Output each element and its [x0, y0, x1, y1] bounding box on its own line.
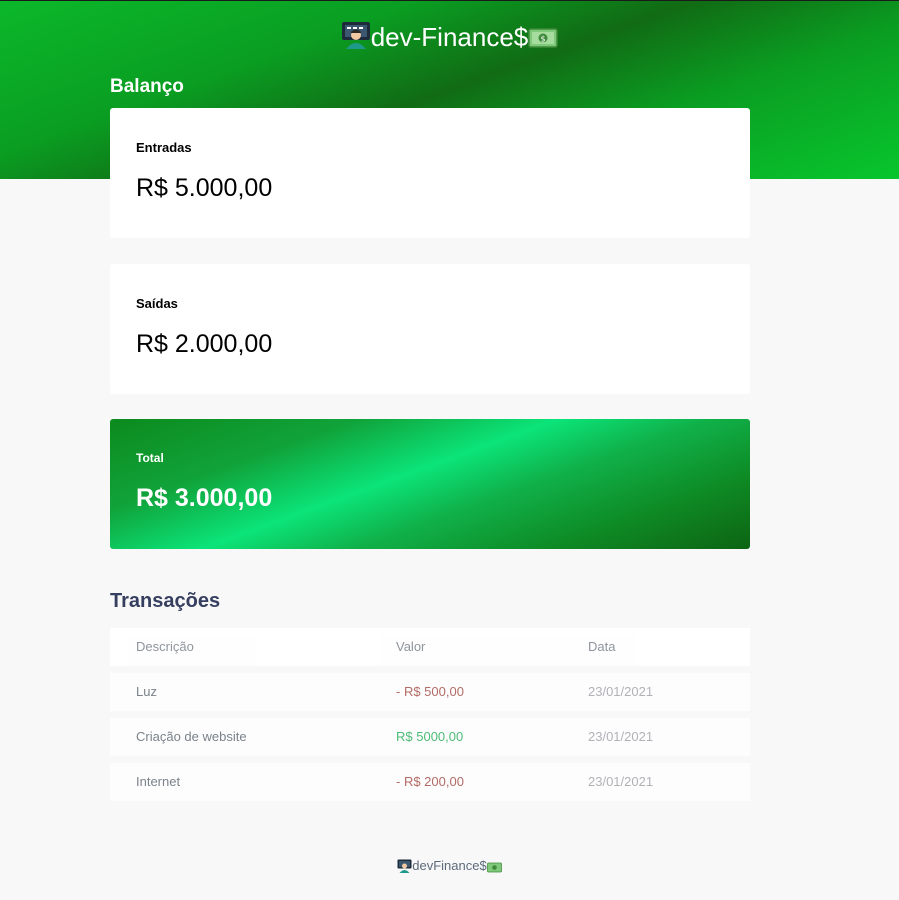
transaction-description: Internet [136, 774, 181, 789]
expense-value: R$ 2.000,00 [136, 330, 273, 358]
transaction-date: 23/01/2021 [588, 729, 654, 744]
transaction-description: Luz [136, 684, 157, 699]
dollar-banknote-icon: $ [528, 24, 559, 56]
table-row[interactable]: Criação de website R$ 5000,00 23/01/2021 [110, 718, 750, 756]
transaction-date: 23/01/2021 [588, 684, 654, 699]
computer-person-icon [397, 859, 412, 876]
logo-text: dev-Finance$ [370, 22, 529, 52]
dollar-banknote-icon [486, 861, 502, 876]
transaction-date: 23/01/2021 [588, 774, 654, 789]
footer-text: devFinance$ [412, 858, 487, 873]
logo: dev-Finance$ $ [0, 21, 899, 56]
expense-card: Saídas R$ 2.000,00 [110, 264, 750, 394]
footer: devFinance$ [0, 858, 899, 876]
table-row[interactable]: Luz - R$ 500,00 23/01/2021 [110, 673, 750, 711]
transaction-amount: R$ 5000,00 [396, 729, 464, 744]
transaction-description: Criação de website [136, 729, 247, 744]
column-header-description: Descrição [136, 639, 194, 654]
computer-person-icon [341, 21, 371, 56]
transaction-amount: - R$ 200,00 [396, 774, 464, 789]
column-header-amount: Valor [396, 639, 426, 654]
table-header-row: Descrição Valor Data [110, 628, 750, 666]
table-row[interactable]: Internet - R$ 200,00 23/01/2021 [110, 763, 750, 801]
column-header-date: Data [588, 639, 616, 654]
total-label: Total [136, 451, 164, 465]
transactions-title: Transações [110, 590, 221, 612]
income-label: Entradas [136, 140, 192, 155]
transaction-amount: - R$ 500,00 [396, 684, 464, 699]
transactions-table: Descrição Valor Data Luz - R$ 500,00 23/… [110, 628, 750, 808]
income-value: R$ 5.000,00 [136, 174, 273, 202]
expense-label: Saídas [136, 296, 178, 311]
income-card: Entradas R$ 5.000,00 [110, 108, 750, 238]
total-value: R$ 3.000,00 [136, 484, 273, 512]
svg-text:$: $ [541, 35, 546, 44]
app-frame: dev-Finance$ $ Balanço Entradas R$ 5.000… [0, 0, 899, 900]
total-card: Total R$ 3.000,00 [110, 419, 750, 549]
balance-title: Balanço [110, 76, 184, 97]
